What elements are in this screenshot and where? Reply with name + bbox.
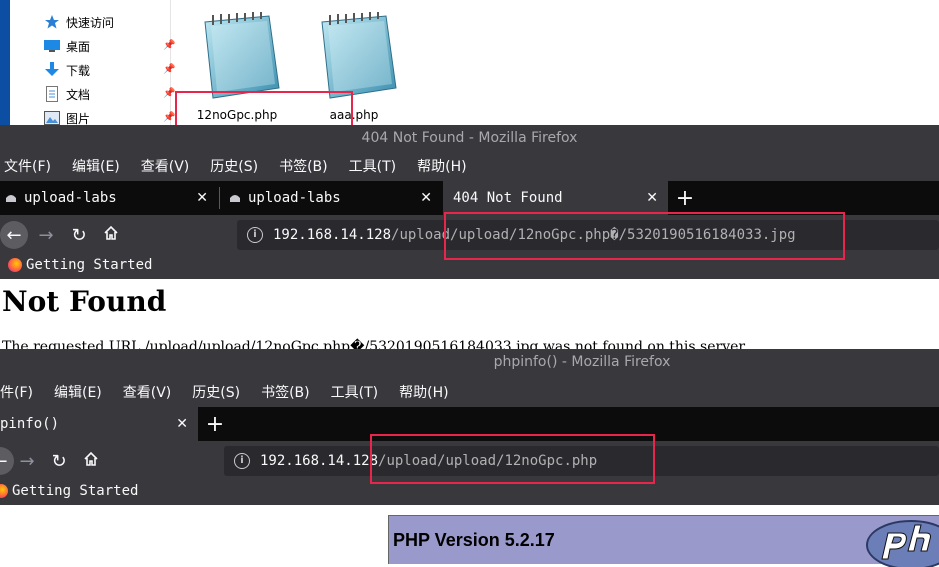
close-tab-icon[interactable]: ✕ — [196, 190, 208, 206]
firefox-icon — [0, 484, 8, 498]
nav-item-label: 快速访问 — [66, 15, 115, 30]
reload-icon: ↻ — [71, 224, 87, 246]
page-heading: Not Found — [2, 285, 167, 318]
page-content-404: Not Found The requested URL /upload/uplo… — [0, 279, 939, 349]
page-content-phpinfo: PHP Version 5.2.17 — [0, 505, 939, 567]
notepad-icon — [187, 12, 287, 102]
document-icon — [44, 86, 60, 102]
back-button[interactable]: ← — [0, 221, 28, 249]
page-text: The requested URL /upload/upload/12noGpc… — [2, 339, 749, 349]
nav-item-documents[interactable]: 文档 — [44, 84, 90, 104]
tab-label: upload-labs — [248, 190, 341, 206]
nav-item-label: 文档 — [66, 87, 91, 102]
home-button[interactable] — [97, 221, 125, 249]
menu-item-history[interactable]: 历史(S) — [192, 382, 240, 402]
forward-button[interactable]: → — [32, 221, 60, 249]
menu-item-edit[interactable]: 编辑(E) — [54, 382, 102, 402]
tab-strip: upload-labs ✕ upload-labs ✕ 404 Not Foun… — [0, 181, 939, 215]
url-host: 192.168.14.128 — [260, 453, 379, 469]
nav-item-downloads[interactable]: 下载 — [44, 60, 90, 80]
nav-item-label: 下载 — [66, 63, 91, 78]
highlight-box — [444, 212, 845, 260]
nav-item-label: 图片 — [66, 111, 91, 126]
back-button[interactable]: ← — [0, 447, 14, 475]
bookmark-getting-started[interactable]: Getting Started — [12, 483, 138, 499]
arrow-right-icon: → — [19, 450, 35, 472]
menu-item-tools[interactable]: 工具(T) — [331, 382, 378, 402]
info-icon[interactable]: i — [234, 453, 250, 469]
new-tab-button[interactable]: + — [668, 181, 702, 215]
window-edge — [0, 0, 10, 125]
home-icon — [103, 225, 119, 246]
arrow-left-icon: ← — [6, 224, 22, 246]
bookmarks-toolbar: Getting Started — [0, 253, 152, 277]
menu-item-help[interactable]: 帮助(H) — [399, 382, 448, 402]
tab-phpinfo[interactable]: pinfo() ✕ — [0, 407, 198, 441]
site-icon — [228, 191, 242, 205]
url-host: 192.168.14.128 — [273, 227, 392, 243]
reload-button[interactable]: ↻ — [65, 221, 93, 249]
notepad-icon — [304, 12, 404, 102]
tab-separator — [219, 187, 220, 209]
pin-icon[interactable]: 📌 — [163, 88, 175, 99]
highlight-box — [370, 434, 655, 484]
desktop-icon — [44, 38, 60, 54]
arrow-left-icon: ← — [0, 451, 8, 472]
close-tab-icon[interactable]: ✕ — [420, 190, 432, 206]
plus-icon: + — [675, 185, 695, 211]
php-version: PHP Version 5.2.17 — [393, 530, 555, 550]
nav-item-label: 桌面 — [66, 39, 91, 54]
close-tab-icon[interactable]: ✕ — [646, 190, 658, 206]
forward-button[interactable]: → — [13, 447, 41, 475]
menu-item-bookmarks[interactable]: 书签(B) — [279, 156, 328, 176]
tab-label: 404 Not Found — [453, 190, 563, 206]
php-version-header: PHP Version 5.2.17 — [388, 515, 939, 564]
menu-item-bookmarks[interactable]: 书签(B) — [261, 382, 310, 402]
nav-item-desktop[interactable]: 桌面 — [44, 36, 90, 56]
navigation-pane: 快速访问 桌面 📌 下载 📌 文档 📌 图片 📌 — [10, 0, 175, 126]
menu-item-history[interactable]: 历史(S) — [210, 156, 258, 176]
tab-upload-labs-1[interactable]: upload-labs ✕ — [0, 181, 218, 215]
bookmarks-toolbar: Getting Started — [0, 479, 138, 503]
home-button[interactable] — [77, 447, 105, 475]
info-icon[interactable]: i — [247, 227, 263, 243]
menu-bar: 文件(F) 编辑(E) 查看(V) 历史(S) 书签(B) 工具(T) 帮助(H… — [4, 151, 488, 181]
star-icon — [44, 14, 60, 30]
menu-item-edit[interactable]: 编辑(E) — [72, 156, 120, 176]
firefox-icon — [8, 258, 22, 272]
home-icon — [83, 451, 99, 472]
pin-icon[interactable]: 📌 — [163, 112, 175, 123]
pin-icon[interactable]: 📌 — [163, 64, 175, 75]
arrow-right-icon: → — [38, 224, 54, 246]
window-title: 404 Not Found - Mozilla Firefox — [361, 130, 578, 146]
pictures-icon — [44, 110, 60, 126]
reload-icon: ↻ — [51, 450, 67, 472]
tab-404-not-found[interactable]: 404 Not Found ✕ — [443, 181, 668, 215]
file-explorer-window: 快速访问 桌面 📌 下载 📌 文档 📌 图片 📌 12noGpc.php aaa… — [0, 0, 939, 149]
menu-item-tools[interactable]: 工具(T) — [349, 156, 396, 176]
bookmark-getting-started[interactable]: Getting Started — [26, 257, 152, 273]
tab-label: upload-labs — [24, 190, 117, 206]
menu-item-file[interactable]: 件(F) — [0, 382, 33, 402]
php-logo-icon — [866, 520, 939, 567]
plus-icon: + — [205, 411, 225, 437]
nav-item-quick-access[interactable]: 快速访问 — [44, 12, 114, 32]
reload-button[interactable]: ↻ — [45, 447, 73, 475]
menu-item-view[interactable]: 查看(V) — [123, 382, 172, 402]
tab-label: pinfo() — [0, 416, 60, 432]
download-icon — [44, 62, 60, 78]
menu-bar: 件(F) 编辑(E) 查看(V) 历史(S) 书签(B) 工具(T) 帮助(H) — [0, 377, 470, 407]
pin-icon[interactable]: 📌 — [163, 40, 175, 51]
menu-item-view[interactable]: 查看(V) — [141, 156, 190, 176]
menu-item-file[interactable]: 文件(F) — [4, 156, 51, 176]
close-tab-icon[interactable]: ✕ — [176, 416, 188, 432]
site-icon — [4, 191, 18, 205]
window-title: phpinfo() - Mozilla Firefox — [493, 354, 671, 370]
tab-upload-labs-2[interactable]: upload-labs ✕ — [224, 181, 442, 215]
new-tab-button[interactable]: + — [198, 407, 232, 441]
menu-item-help[interactable]: 帮助(H) — [417, 156, 466, 176]
